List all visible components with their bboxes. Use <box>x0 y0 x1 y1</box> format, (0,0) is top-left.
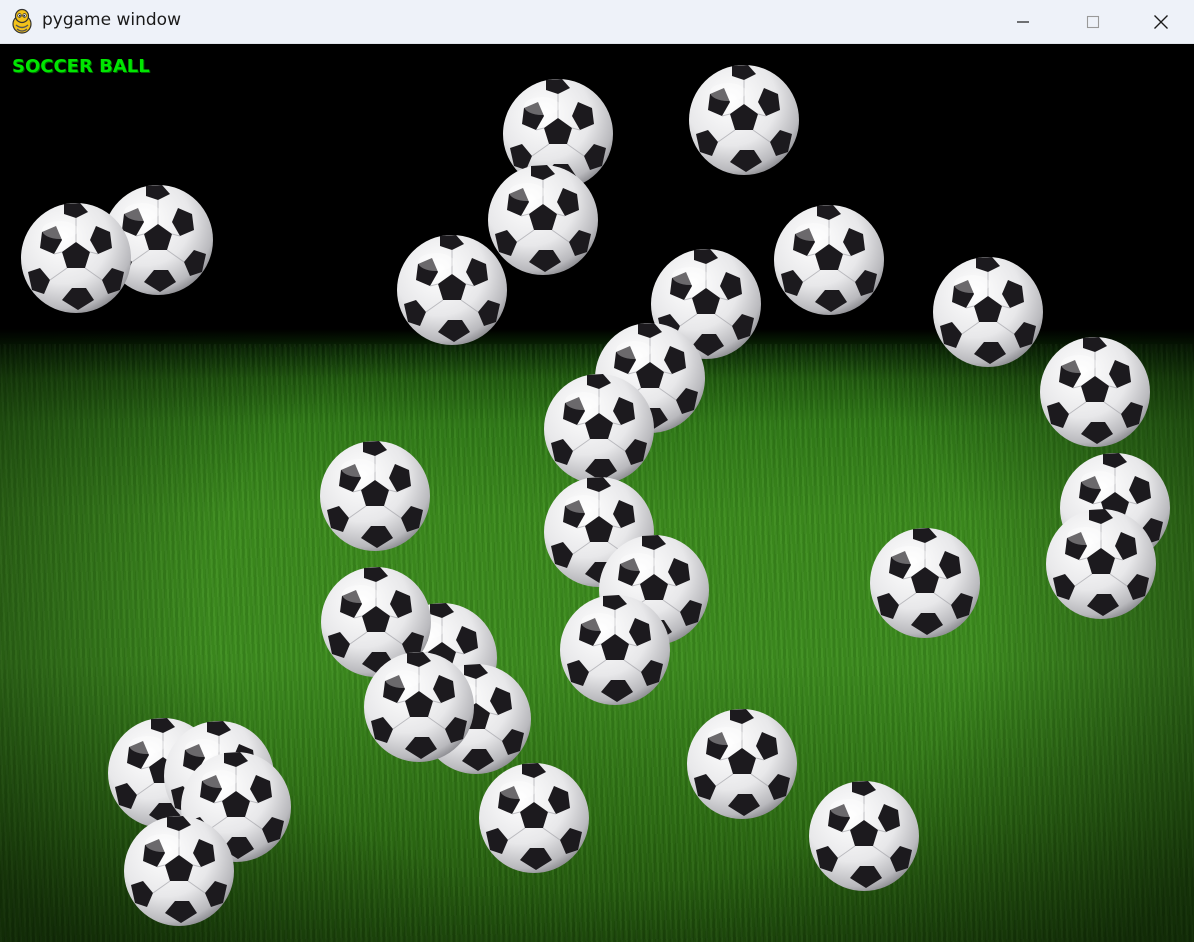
game-canvas[interactable]: SOCCER BALL <box>0 44 1194 942</box>
soccer-ball <box>559 594 671 706</box>
soccer-ball <box>396 234 508 346</box>
balls-layer <box>0 44 1194 942</box>
soccer-ball <box>543 373 655 485</box>
soccer-ball <box>363 651 475 763</box>
soccer-ball <box>319 440 431 552</box>
close-icon <box>1154 14 1168 29</box>
soccer-ball <box>688 64 800 176</box>
minimize-button[interactable] <box>988 0 1058 43</box>
close-button[interactable] <box>1128 0 1194 43</box>
window-title: pygame window <box>42 10 181 30</box>
minimize-icon <box>1017 20 1029 23</box>
soccer-ball <box>1039 336 1151 448</box>
pygame-snake-icon <box>10 8 34 34</box>
title-bar: pygame window <box>0 0 1194 44</box>
soccer-ball <box>932 256 1044 368</box>
soccer-ball <box>869 527 981 639</box>
soccer-ball <box>686 708 798 820</box>
soccer-ball <box>20 202 132 314</box>
game-title: SOCCER BALL <box>12 56 150 77</box>
soccer-ball <box>1045 508 1157 620</box>
soccer-ball <box>773 204 885 316</box>
maximize-icon <box>1086 15 1100 28</box>
soccer-ball <box>478 762 590 874</box>
maximize-button[interactable] <box>1058 0 1128 43</box>
soccer-ball <box>808 780 920 892</box>
soccer-ball <box>123 815 235 927</box>
